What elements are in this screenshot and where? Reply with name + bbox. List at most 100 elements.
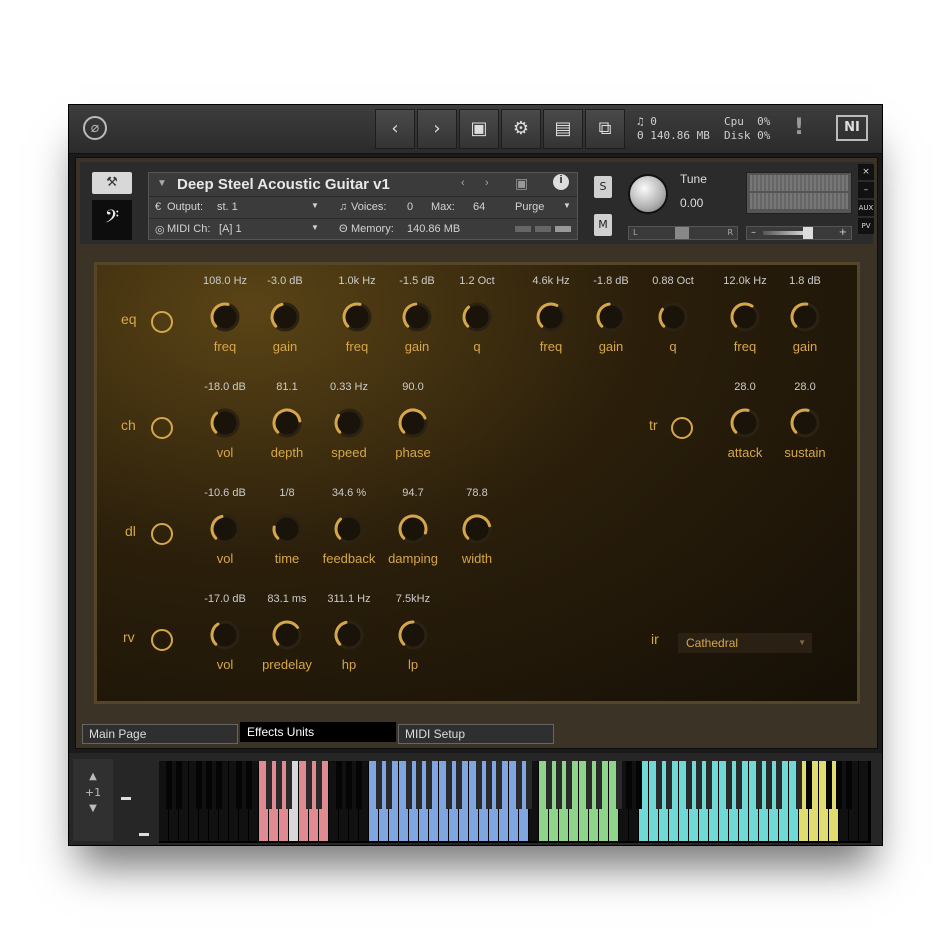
wrench-icon[interactable]: ⚒: [92, 172, 132, 194]
black-key[interactable]: [616, 761, 622, 809]
mute-button[interactable]: M: [594, 214, 612, 236]
tune-knob[interactable]: [628, 174, 668, 214]
next-instrument-icon[interactable]: ›: [485, 177, 489, 189]
black-key[interactable]: [286, 761, 292, 809]
info-icon[interactable]: i: [553, 174, 569, 190]
black-key[interactable]: [336, 761, 342, 809]
save-icon[interactable]: ▣: [459, 109, 499, 149]
name-dropdown-icon[interactable]: ▼: [157, 178, 167, 189]
tab-effects-units[interactable]: Effects Units: [240, 722, 396, 742]
ch-phase-knob[interactable]: [397, 407, 429, 439]
gear-icon[interactable]: ⚙: [501, 109, 541, 149]
volume-plus-icon[interactable]: +: [839, 227, 847, 238]
minimize-icon[interactable]: –: [858, 182, 874, 198]
eq-gain-knob[interactable]: [789, 301, 821, 333]
black-key[interactable]: [636, 761, 642, 809]
aux-button[interactable]: AUX: [858, 200, 874, 216]
black-key[interactable]: [556, 761, 562, 809]
rv-vol-knob[interactable]: [209, 619, 241, 651]
black-key[interactable]: [736, 761, 742, 809]
black-key[interactable]: [806, 761, 812, 809]
black-key[interactable]: [626, 761, 632, 809]
pan-slider[interactable]: L R: [628, 226, 738, 240]
kontakt-logo-icon[interactable]: ⌀: [83, 116, 107, 140]
mod-wheel-icon[interactable]: [139, 833, 149, 836]
black-key[interactable]: [596, 761, 602, 809]
eq-bypass-toggle[interactable]: [151, 311, 173, 333]
black-key[interactable]: [276, 761, 282, 809]
black-key[interactable]: [586, 761, 592, 809]
black-key[interactable]: [266, 761, 272, 809]
black-key[interactable]: [246, 761, 252, 809]
rv-lp-knob[interactable]: [397, 619, 429, 651]
prev-instrument-icon[interactable]: ‹: [461, 177, 465, 189]
black-key[interactable]: [526, 761, 532, 809]
black-key[interactable]: [796, 761, 802, 809]
pv-button[interactable]: PV: [858, 218, 874, 234]
black-key[interactable]: [196, 761, 202, 809]
black-key[interactable]: [406, 761, 412, 809]
black-key[interactable]: [346, 761, 352, 809]
eq-q-knob[interactable]: [657, 301, 689, 333]
octave-down-icon[interactable]: ▼: [73, 803, 113, 814]
black-key[interactable]: [496, 761, 502, 809]
volume-handle[interactable]: [803, 227, 813, 239]
black-key[interactable]: [706, 761, 712, 809]
dl-feedback-knob[interactable]: [333, 513, 365, 545]
black-key[interactable]: [486, 761, 492, 809]
black-key[interactable]: [756, 761, 762, 809]
piano-keyboard[interactable]: [159, 761, 871, 843]
black-key[interactable]: [176, 761, 182, 809]
black-key[interactable]: [316, 761, 322, 809]
eq-gain-knob[interactable]: [269, 301, 301, 333]
black-key[interactable]: [356, 761, 362, 809]
rv-bypass-toggle[interactable]: [151, 629, 173, 651]
black-key[interactable]: [726, 761, 732, 809]
white-key[interactable]: [859, 761, 869, 841]
pitch-wheel-icon[interactable]: [121, 797, 131, 800]
black-key[interactable]: [836, 761, 842, 809]
tr-sustain-knob[interactable]: [789, 407, 821, 439]
black-key[interactable]: [416, 761, 422, 809]
black-key[interactable]: [566, 761, 572, 809]
tune-value[interactable]: 0.00: [680, 196, 703, 210]
black-key[interactable]: [166, 761, 172, 809]
purge-dropdown-icon[interactable]: ▼: [563, 201, 571, 210]
black-key[interactable]: [206, 761, 212, 809]
volume-slider[interactable]: – +: [746, 226, 852, 240]
black-key[interactable]: [846, 761, 852, 809]
eq-q-knob[interactable]: [461, 301, 493, 333]
black-key[interactable]: [476, 761, 482, 809]
dl-bypass-toggle[interactable]: [151, 523, 173, 545]
tr-bypass-toggle[interactable]: [671, 417, 693, 439]
eq-freq-knob[interactable]: [341, 301, 373, 333]
black-key[interactable]: [766, 761, 772, 809]
volume-minus-icon[interactable]: –: [751, 227, 756, 238]
black-key[interactable]: [306, 761, 312, 809]
eq-gain-knob[interactable]: [401, 301, 433, 333]
black-key[interactable]: [446, 761, 452, 809]
instrument-name[interactable]: Deep Steel Acoustic Guitar v1: [177, 176, 390, 193]
output-value[interactable]: st. 1: [217, 201, 238, 213]
ch-bypass-toggle[interactable]: [151, 417, 173, 439]
black-key[interactable]: [546, 761, 552, 809]
camera-icon[interactable]: ▣: [515, 175, 528, 192]
octave-up-icon[interactable]: ▲: [73, 771, 113, 782]
ch-speed-knob[interactable]: [333, 407, 365, 439]
dl-damping-knob[interactable]: [397, 513, 429, 545]
dl-time-knob[interactable]: [271, 513, 303, 545]
warning-icon[interactable]: !: [794, 115, 804, 140]
max-value[interactable]: 64: [473, 201, 485, 213]
rv-hp-knob[interactable]: [333, 619, 365, 651]
pan-handle[interactable]: [675, 227, 689, 239]
ir-select[interactable]: Cathedral ▼: [678, 633, 812, 653]
black-key[interactable]: [376, 761, 382, 809]
prev-icon[interactable]: ‹: [375, 109, 415, 149]
eq-freq-knob[interactable]: [209, 301, 241, 333]
purge-button[interactable]: Purge: [515, 201, 544, 213]
eq-freq-knob[interactable]: [535, 301, 567, 333]
black-key[interactable]: [456, 761, 462, 809]
layout-icon[interactable]: ▤: [543, 109, 583, 149]
black-key[interactable]: [236, 761, 242, 809]
solo-button[interactable]: S: [594, 176, 612, 198]
